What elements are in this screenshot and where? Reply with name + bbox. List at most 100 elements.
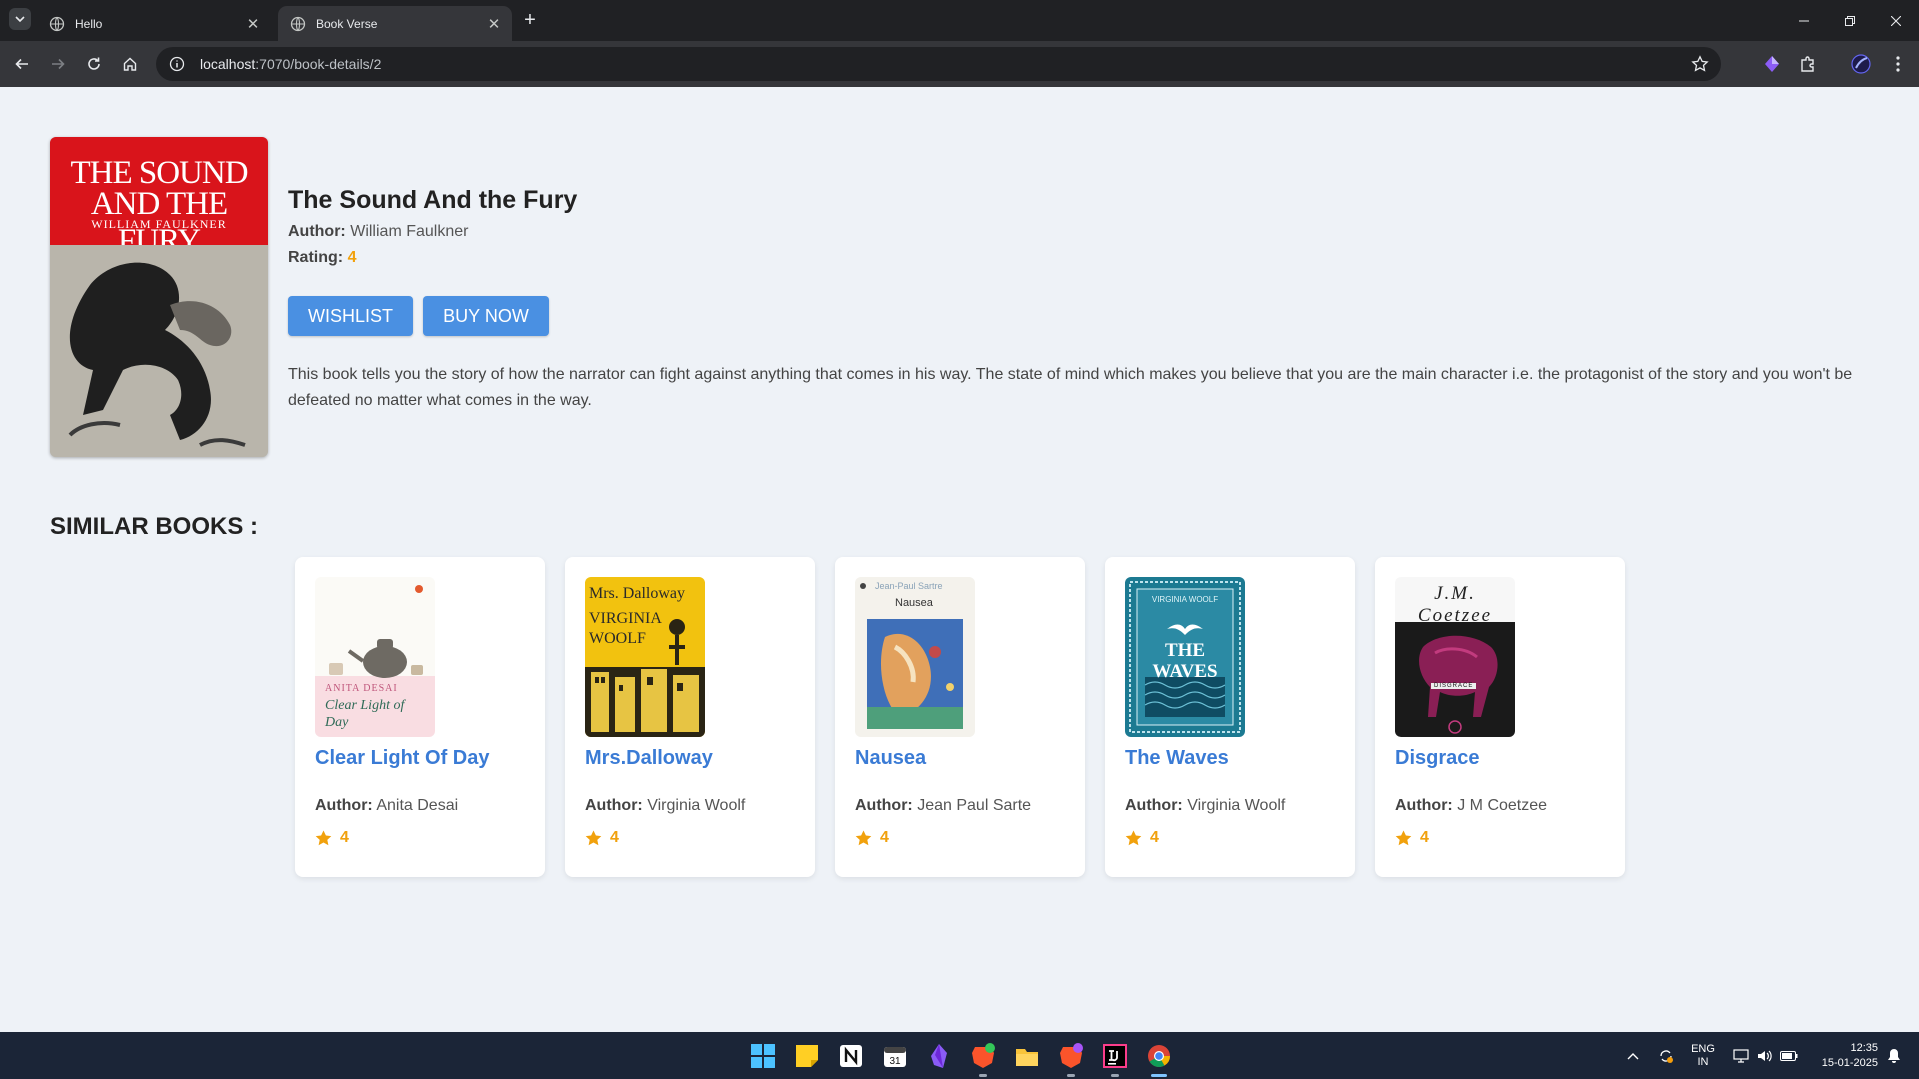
book-card[interactable]: Mrs. Dalloway VIRGINIA WOOLF Mrs.Dallowa… [565,557,815,877]
book-card-author: Author: Anita Desai [315,797,458,815]
thumb-top-text: ANITA DESAI [325,683,398,694]
extension-gem-icon[interactable] [1760,52,1784,76]
tab-hello[interactable]: Hello ✕ [37,6,271,41]
sticky-notes-icon[interactable] [794,1043,820,1069]
book-thumbnail[interactable]: Mrs. Dalloway VIRGINIA WOOLF [585,577,705,737]
thumb-top-text: VIRGINIA WOOLF [1151,595,1219,604]
url-host: localhost [200,56,256,72]
brave-beta-icon[interactable] [970,1043,996,1069]
file-explorer-icon[interactable] [1014,1043,1040,1069]
profile-avatar-icon[interactable] [1849,52,1873,76]
tab-label: Hello [75,16,103,31]
forward-button[interactable] [46,52,70,76]
notification-bell-icon[interactable] [1883,1032,1905,1079]
book-thumbnail[interactable]: J.M. Coetzee DISGRACE [1395,577,1515,737]
tab-label: Book Verse [316,16,378,31]
book-card-rating: 4 [315,829,349,847]
close-icon[interactable]: ✕ [245,16,261,33]
battery-icon[interactable] [1778,1032,1800,1079]
wishlist-button[interactable]: WISHLIST [288,296,413,336]
minimize-button[interactable] [1781,0,1827,41]
author-label: Author: [855,797,913,814]
rating-value: 4 [1150,829,1159,846]
close-icon[interactable]: ✕ [486,16,502,33]
cover-figure-illustration [50,245,268,457]
book-card-title[interactable]: Clear Light Of Day [315,747,489,770]
book-card-author: Author: Jean Paul Sarte [855,797,1031,815]
chrome-icon[interactable] [1146,1043,1172,1069]
tab-search-button[interactable] [9,8,31,30]
book-card[interactable]: VIRGINIA WOOLF THE WAVES The Waves Autho… [1105,557,1355,877]
restore-icon [1845,15,1855,26]
home-button[interactable] [118,52,142,76]
back-button[interactable] [10,52,34,76]
book-card[interactable]: Jean-Paul Sartre Nausea Nausea Author: J… [835,557,1085,877]
similar-books-heading: SIMILAR BOOKS : [50,513,258,540]
book-card[interactable]: J.M. Coetzee DISGRACE Disgrace Author: J… [1375,557,1625,877]
rating-label: Rating: [288,249,344,266]
book-rating: 4 [347,249,357,266]
close-window-button[interactable] [1873,0,1919,41]
author-name: Jean Paul Sarte [917,797,1032,814]
brave-icon[interactable] [1058,1043,1084,1069]
book-card-author: Author: Virginia Woolf [585,797,745,815]
book-cover-image: THE SOUND AND THE FURY WILLIAM FAULKNER [50,137,268,457]
book-thumbnail[interactable]: VIRGINIA WOOLF THE WAVES [1125,577,1245,737]
author-name: Virginia Woolf [1187,797,1286,814]
new-tab-button[interactable]: + [519,9,541,31]
network-icon[interactable] [1730,1032,1752,1079]
book-card-rating: 4 [1125,829,1159,847]
minimize-icon [1799,20,1809,21]
home-icon [123,57,137,71]
calendar-icon[interactable]: 31 [882,1043,908,1069]
book-card-title[interactable]: The Waves [1125,747,1229,770]
globe-icon [290,16,306,31]
book-card-title[interactable]: Disgrace [1395,747,1480,770]
star-icon [1395,830,1412,846]
book-title: The Sound And the Fury [288,186,578,214]
book-card-title[interactable]: Mrs.Dalloway [585,747,713,770]
book-thumbnail[interactable]: Jean-Paul Sartre Nausea [855,577,975,737]
thumb-title-text: DISGRACE [1431,683,1477,689]
rating-value: 4 [340,829,349,846]
book-card[interactable]: ANITA DESAI Clear Light of Day Clear Lig… [295,557,545,877]
book-details-page: THE SOUND AND THE FURY WILLIAM FAULKNER … [0,87,1919,1032]
clock[interactable]: 12:35 15-01-2025 [1806,1032,1878,1079]
site-info-icon[interactable] [168,55,186,73]
volume-icon[interactable] [1754,1032,1776,1079]
author-label: Author: [315,797,373,814]
clock-time: 12:35 [1850,1041,1878,1054]
extensions-puzzle-icon[interactable] [1796,52,1820,76]
author-label: Author: [288,223,346,240]
thumb-title-text: Clear Light of Day [325,698,405,730]
restore-button[interactable] [1827,0,1873,41]
similar-books-list: ANITA DESAI Clear Light of Day Clear Lig… [295,557,1635,877]
language-indicator[interactable]: ENG IN [1688,1032,1718,1079]
tab-book-verse[interactable]: Book Verse ✕ [278,6,512,41]
running-indicator [979,1074,987,1077]
obsidian-icon[interactable] [926,1043,952,1069]
chevron-down-icon [15,16,25,23]
book-thumbnail[interactable]: ANITA DESAI Clear Light of Day [315,577,435,737]
notion-icon[interactable] [838,1043,864,1069]
author-name: Virginia Woolf [647,797,746,814]
reload-button[interactable] [82,52,106,76]
address-bar[interactable]: localhost:7070/book-details/2 [156,47,1721,81]
star-icon [585,830,602,846]
bookmark-star-icon[interactable] [1691,55,1709,73]
cover-author: WILLIAM FAULKNER [91,217,227,231]
buy-now-button[interactable]: BUY NOW [423,296,549,336]
menu-kebab-icon[interactable] [1886,52,1910,76]
tray-overflow-chevron-icon[interactable] [1622,1032,1644,1079]
clock-date: 15-01-2025 [1821,1056,1878,1069]
reload-icon [88,57,100,70]
arrow-left-icon [15,58,28,70]
windows-start-icon[interactable] [750,1043,776,1069]
intellij-icon[interactable] [1102,1043,1128,1069]
thumb-title-text: THE WAVES [1152,640,1218,682]
book-card-title[interactable]: Nausea [855,747,926,770]
book-card-rating: 4 [585,829,619,847]
sync-icon[interactable] [1654,1032,1678,1079]
active-indicator [1151,1074,1167,1077]
rating-value: 4 [610,829,619,846]
